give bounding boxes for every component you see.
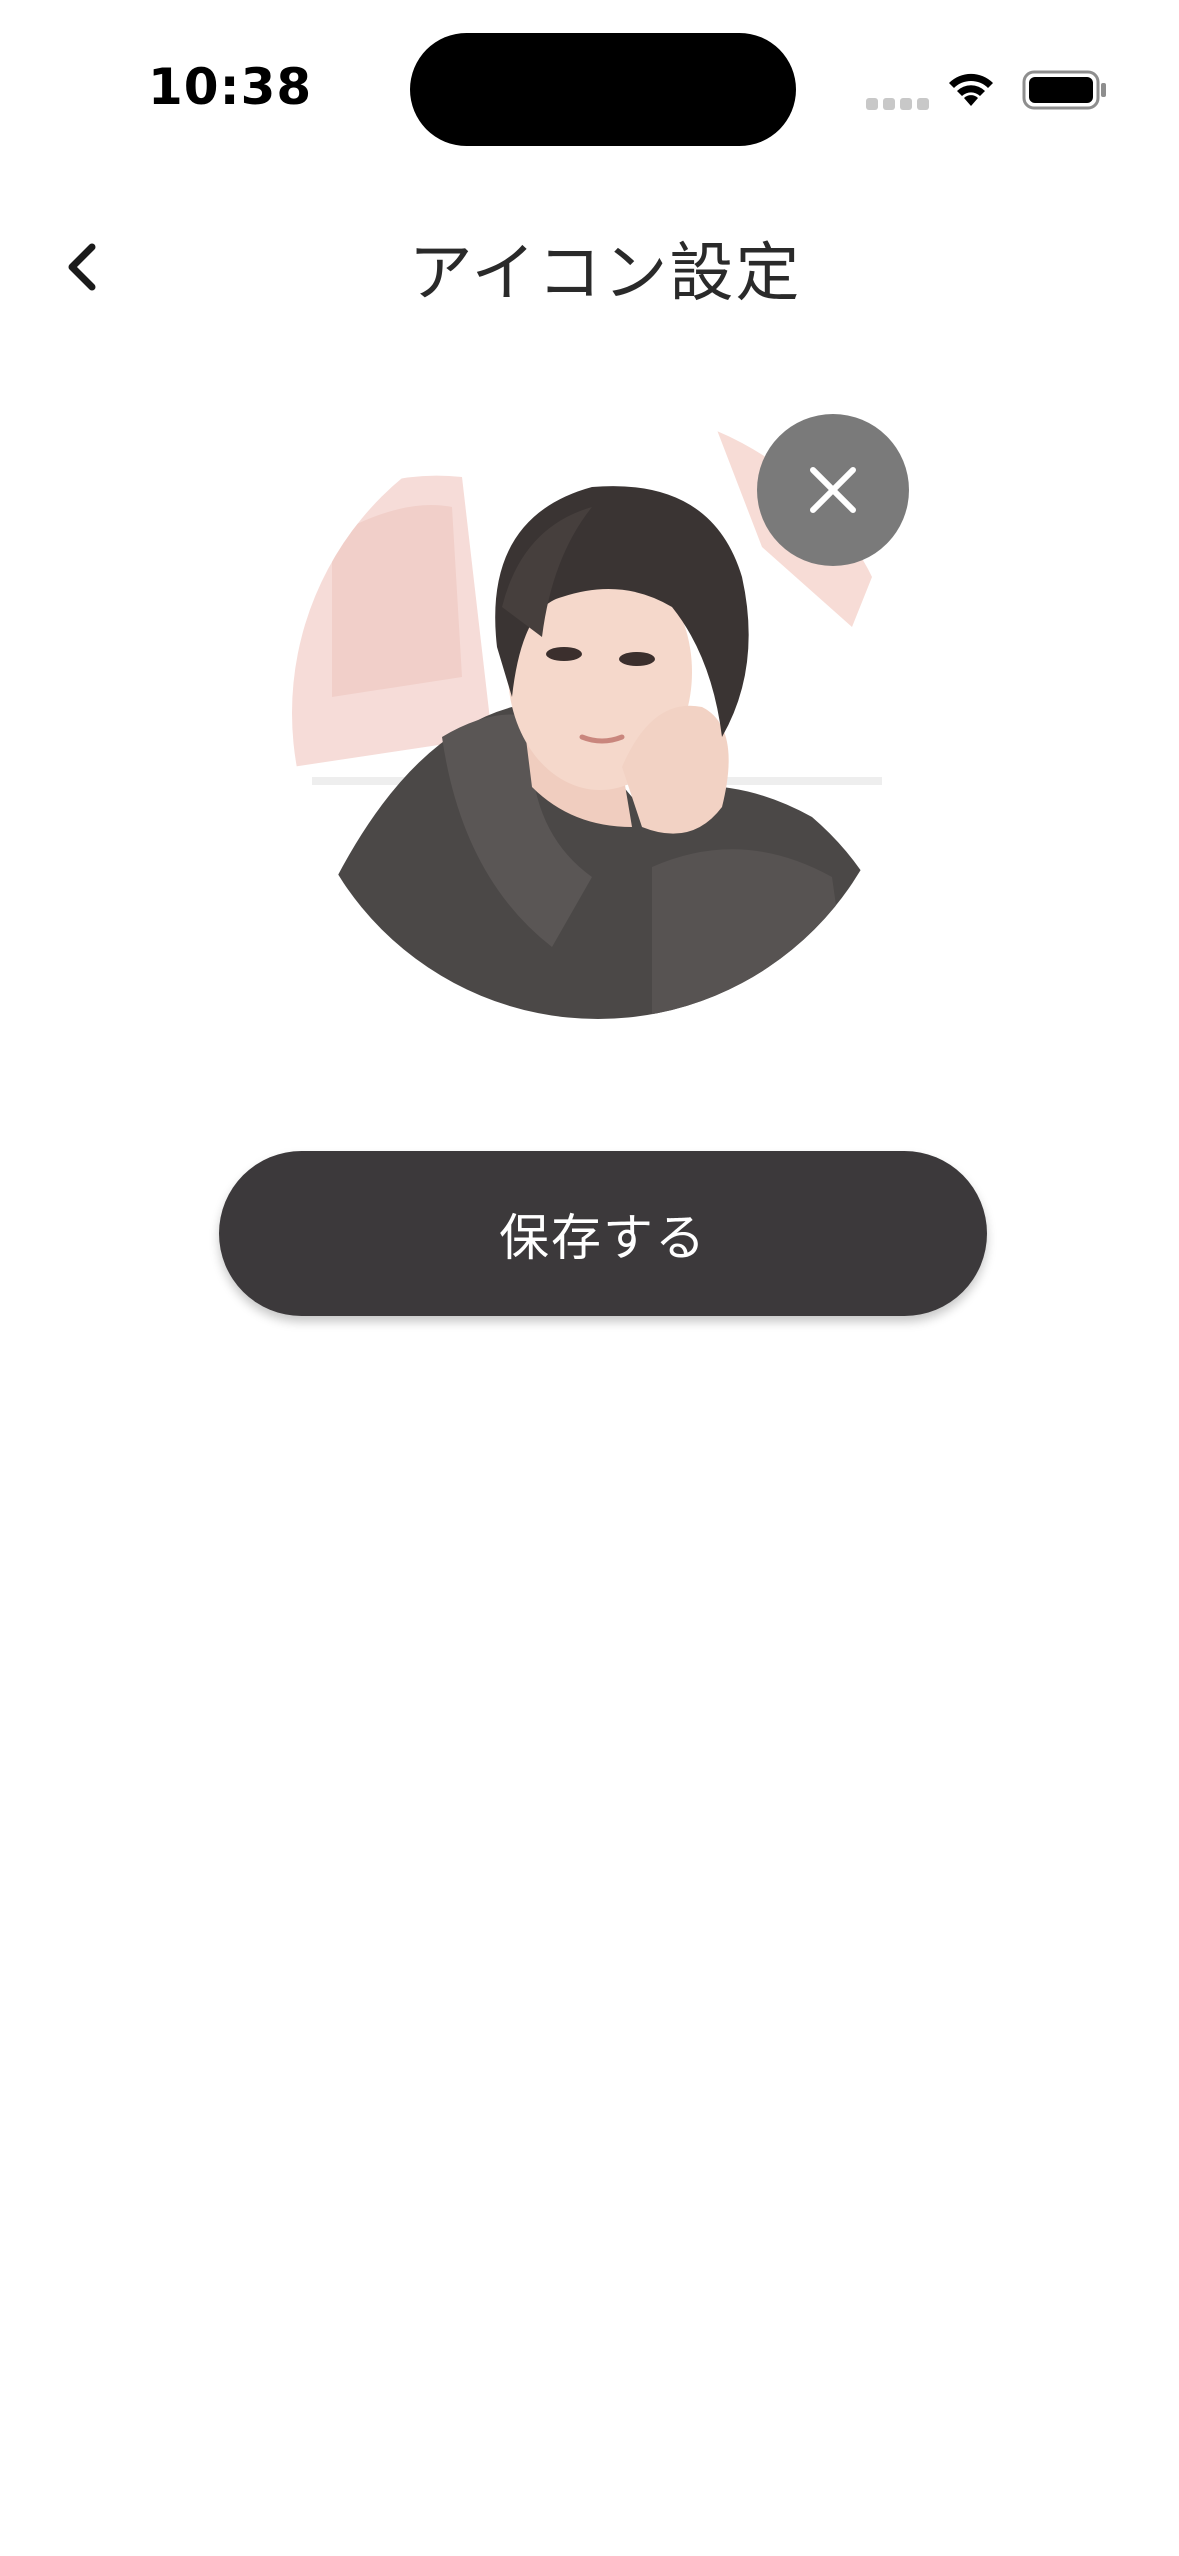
- remove-avatar-button[interactable]: [757, 414, 909, 566]
- back-button[interactable]: [50, 220, 130, 310]
- chevron-left-icon: [68, 243, 96, 291]
- battery-icon: [1022, 70, 1106, 110]
- page-title: アイコン設定: [408, 237, 802, 311]
- signal-icon: [866, 98, 929, 110]
- dynamic-island: [410, 33, 796, 146]
- icon-settings-screen: 10:38 アイコン設定 保存する: [0, 0, 1179, 2556]
- wifi-icon: [949, 73, 993, 106]
- close-icon: [810, 467, 856, 513]
- save-button[interactable]: 保存する: [219, 1151, 987, 1316]
- status-time: 10:38: [148, 58, 313, 116]
